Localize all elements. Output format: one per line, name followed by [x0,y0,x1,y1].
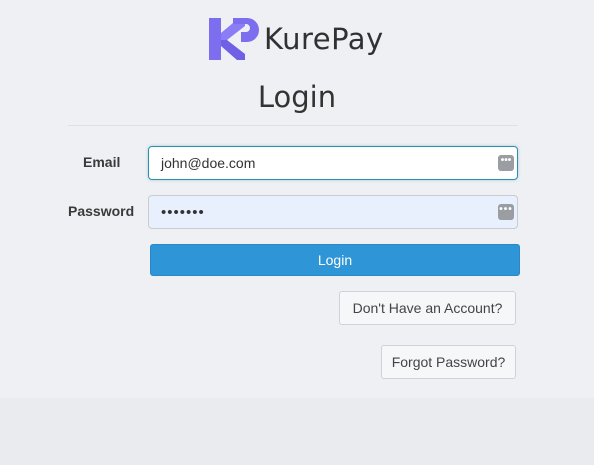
login-button[interactable]: Login [150,244,520,276]
forgot-password-button[interactable]: Forgot Password? [381,345,516,379]
email-field[interactable]: john@doe.com ••• [148,146,518,180]
email-label: Email [83,154,121,170]
page-title: Login [257,80,337,114]
password-label: Password [68,203,135,219]
register-button[interactable]: Don't Have an Account? [339,291,516,325]
password-manager-icon[interactable]: ••• [498,155,514,171]
kurepay-logo-icon [209,18,259,60]
brand-name: KurePay [264,22,384,56]
password-field[interactable]: ••••••• ••• [148,195,518,229]
password-manager-icon[interactable]: ••• [498,204,514,220]
email-value: john@doe.com [161,155,256,171]
brand-logo: KurePay [209,17,384,61]
login-page: KurePay Login Email john@doe.com ••• Pas… [0,0,594,465]
title-divider [68,125,518,126]
footer-band [0,398,594,465]
password-value: ••••••• [161,203,205,221]
